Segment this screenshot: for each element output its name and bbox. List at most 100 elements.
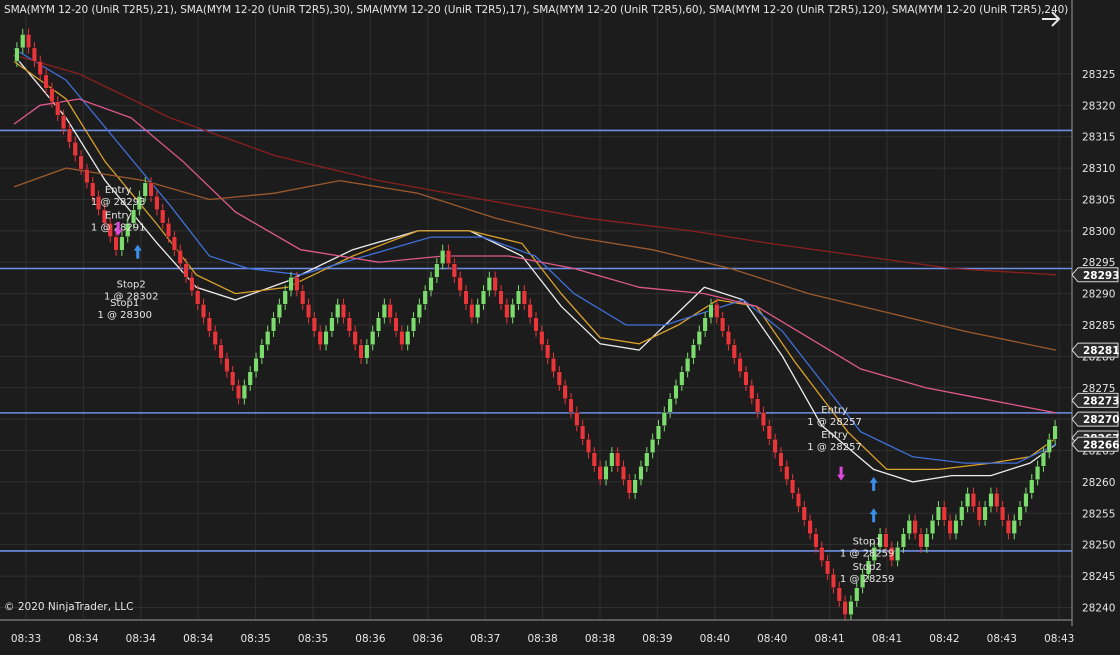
up-bar [323, 331, 329, 345]
down-bar [306, 304, 312, 318]
y-tick-label: 28260 [1082, 477, 1115, 489]
up-bar [376, 317, 382, 332]
up-bar [679, 371, 685, 386]
up-bar [253, 358, 259, 372]
down-bar [556, 371, 562, 386]
down-bar [49, 88, 55, 103]
down-bar [947, 520, 953, 534]
x-tick-label: 08:43 [1044, 633, 1074, 645]
x-tick-label: 08:35 [240, 633, 270, 645]
copyright-label: © 2020 NinjaTrader, LLC [4, 601, 134, 613]
up-bar [1046, 439, 1052, 453]
up-bar [685, 358, 691, 372]
up-bar [638, 466, 644, 480]
up-bar [673, 385, 679, 399]
down-bar [836, 587, 842, 602]
up-bar [1011, 520, 1017, 534]
chart-root[interactable]: Entry 1 @ 28293 Entry 1 @ 28291 Stop2 1 @ 283… [0, 0, 1120, 651]
trade-annotation-text: 1 @ 28257 [807, 442, 862, 453]
down-bar [66, 128, 72, 143]
down-bar [912, 520, 918, 534]
x-tick-label: 08:38 [527, 633, 557, 645]
up-bar [142, 182, 148, 197]
down-bar [994, 493, 1000, 507]
up-bar [20, 34, 26, 49]
down-bar [84, 169, 90, 184]
y-tick-label: 28325 [1082, 69, 1115, 81]
up-bar [609, 452, 615, 467]
up-bar [965, 493, 971, 507]
trade-annotation-text: Entry [105, 185, 132, 196]
x-tick-label: 08:40 [757, 633, 787, 645]
down-bar [160, 209, 166, 224]
trade-annotation-text: 1 @ 28300 [97, 310, 152, 321]
down-bar [212, 331, 218, 345]
up-bar [982, 506, 988, 521]
down-bar [918, 533, 924, 548]
up-bar [895, 546, 901, 561]
down-bar [772, 439, 778, 453]
x-tick-label: 08:34 [183, 633, 214, 645]
down-bar [218, 344, 224, 359]
down-bar [387, 304, 393, 318]
y-tick-label: 28255 [1082, 508, 1115, 520]
arrow-right-icon[interactable] [1040, 8, 1062, 30]
down-bar [189, 277, 195, 291]
down-bar [527, 304, 533, 318]
down-bar [550, 358, 557, 372]
up-bar [259, 344, 265, 359]
down-bar [171, 236, 177, 251]
up-bar [416, 304, 422, 318]
down-bar [358, 344, 364, 359]
up-bar [953, 520, 959, 534]
down-bar [445, 250, 452, 265]
up-bar [480, 290, 487, 305]
down-bar [778, 452, 784, 467]
up-bar [603, 466, 609, 480]
up-bar [650, 439, 656, 453]
y-tick-label: 28305 [1082, 194, 1115, 206]
down-bar [352, 331, 358, 345]
up-bar [440, 250, 446, 265]
up-bar [1040, 452, 1046, 467]
down-bar [26, 34, 32, 49]
down-bar [317, 331, 323, 345]
trade-annotation-text: 1 @ 28257 [807, 417, 862, 428]
down-bar [580, 425, 586, 440]
up-bar [434, 263, 440, 278]
down-bar [90, 182, 96, 197]
down-bar [230, 371, 236, 386]
up-bar [667, 398, 673, 413]
x-tick-label: 08:34 [68, 633, 99, 645]
up-bar [702, 317, 708, 332]
down-bar [183, 263, 189, 278]
x-tick-label: 08:35 [298, 633, 328, 645]
up-bar [370, 331, 376, 345]
trade-annotation-text: Stop2 [853, 562, 882, 573]
x-tick-label: 08:34 [126, 633, 157, 645]
down-bar [830, 573, 836, 588]
down-bar [539, 331, 545, 345]
up-bar [381, 304, 387, 318]
up-bar [241, 385, 247, 399]
up-bar [282, 290, 288, 305]
down-bar [224, 358, 230, 372]
up-bar [364, 344, 370, 359]
down-bar [201, 304, 207, 318]
up-bar [1017, 506, 1023, 521]
down-bar [842, 600, 848, 615]
up-bar [335, 304, 341, 318]
down-bar [341, 304, 347, 318]
trade-annotation-text: Stop1 [853, 537, 882, 548]
chart-canvas[interactable]: Entry1 @ 28293Entry1 @ 28291Stop21 @ 283… [0, 0, 1120, 651]
down-bar [725, 331, 731, 345]
price-marker-label: 28293 [1083, 270, 1120, 282]
x-tick-label: 08:43 [987, 633, 1017, 645]
x-tick-label: 08:40 [700, 633, 730, 645]
up-bar [265, 331, 271, 345]
down-bar [766, 425, 772, 440]
up-bar [14, 47, 20, 62]
down-bar [749, 385, 755, 399]
down-bar [731, 344, 737, 359]
down-bar [714, 304, 720, 318]
